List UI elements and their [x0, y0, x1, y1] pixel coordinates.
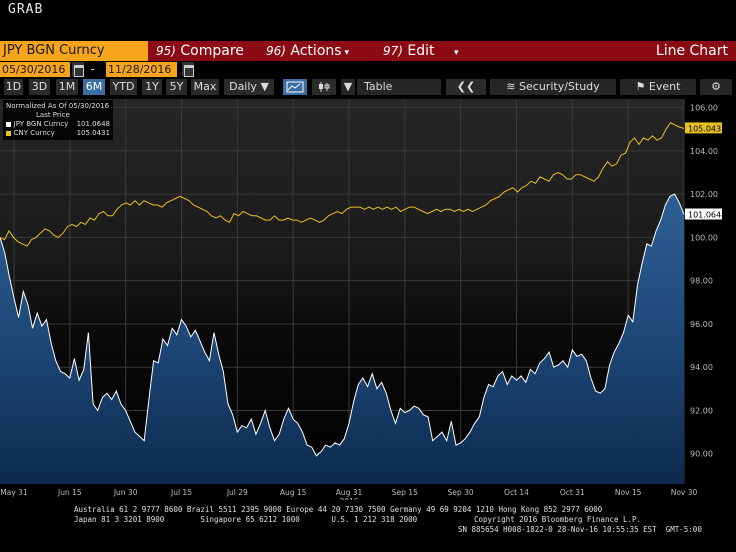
- frequency-select[interactable]: Daily ▼: [224, 79, 274, 95]
- chevron-down-icon: ▼: [260, 80, 269, 93]
- x-tick-label: Jun 15: [57, 488, 82, 497]
- table-button[interactable]: Table: [357, 79, 441, 95]
- start-date-field[interactable]: 05/30/2016: [0, 62, 70, 77]
- x-tick-label: Aug 31: [336, 488, 363, 497]
- y-tick-label: 92.00: [690, 406, 713, 415]
- security-field[interactable]: JPY BGN Curncy: [0, 41, 148, 61]
- legend-swatch: [6, 131, 11, 136]
- actions-label: Actions: [290, 43, 342, 59]
- footer-line2b: Copyright 2016 Bloomberg Finance L.P.: [474, 515, 642, 524]
- y-tick-label: 90.00: [690, 450, 713, 459]
- x-tick-label: Jul 15: [170, 488, 192, 497]
- period-1d[interactable]: 1D: [4, 79, 23, 95]
- legend-item: JPY BGN Curncy 101.0648: [6, 120, 110, 129]
- date-separator: -: [89, 62, 97, 76]
- footer-line2a: Japan 81 3 3201 8900 Singapore 65 6212 1…: [74, 515, 418, 524]
- actions-num: 96): [266, 44, 286, 58]
- chevron-down-icon: ▾: [344, 48, 350, 58]
- chevron-down-icon: ▼: [343, 80, 353, 93]
- last-value-label-cny: 105.0431: [688, 124, 726, 133]
- edit-label: Edit: [407, 43, 435, 59]
- chart-area[interactable]: 90.00 92.00 94.00 96.00 98.00 100.00 102.00 104…: [0, 97, 736, 506]
- legend-header-normalized: Normalized As Of 05/30/2016: [6, 102, 110, 110]
- edit-dropdown-caret[interactable]: ▾: [451, 41, 459, 61]
- calendar-icon[interactable]: [72, 62, 84, 77]
- edit-menu[interactable]: 97) Edit: [383, 41, 435, 61]
- legend-name: CNY Curncy: [13, 129, 55, 137]
- x-tick-label: Oct 31: [560, 488, 585, 497]
- x-tick-label: Jun 30: [113, 488, 138, 497]
- period-ytd[interactable]: YTD: [110, 79, 137, 95]
- x-tick-label: Sep 30: [448, 488, 474, 497]
- candle-icon[interactable]: [312, 79, 336, 95]
- security-study-button[interactable]: ≋ Security/Study: [490, 79, 616, 95]
- legend-item: CNY Curncy 105.0431: [6, 129, 110, 138]
- x-tick-label: Sep 15: [392, 488, 418, 497]
- line-chart-icon[interactable]: [283, 79, 307, 95]
- security-study-label: Security/Study: [519, 80, 600, 93]
- gear-icon[interactable]: ⚙: [700, 79, 732, 95]
- compare-menu[interactable]: 95) Compare: [156, 41, 244, 61]
- legend-name: JPY BGN Curncy: [13, 120, 69, 128]
- line-chart[interactable]: 90.00 92.00 94.00 96.00 98.00 100.00 102.00 104…: [0, 97, 736, 506]
- y-tick-label: 106.00: [690, 104, 718, 113]
- y-tick-label: 98.00: [690, 277, 713, 286]
- event-label: Event: [648, 80, 681, 93]
- back-arrows-icon[interactable]: ❮❮: [446, 79, 486, 95]
- actions-menu[interactable]: 96) Actions ▾: [266, 41, 349, 61]
- event-button[interactable]: ⚑ Event: [620, 79, 696, 95]
- y-tick-label: 104.00: [690, 147, 718, 156]
- x-year-label: 2016: [339, 497, 358, 500]
- end-date-field[interactable]: 11/28/2016: [106, 62, 177, 77]
- legend: Normalized As Of 05/30/2016 Last Price J…: [3, 100, 113, 140]
- period-1m[interactable]: 1M: [56, 79, 78, 95]
- footer: Australia 61 2 9777 8600 Brazil 5511 239…: [0, 505, 736, 552]
- view-title: Line Chart: [655, 43, 728, 59]
- x-tick-label: Jul 29: [226, 488, 248, 497]
- y-tick-label: 100.00: [690, 233, 718, 242]
- y-tick-label: 102.00: [690, 190, 718, 199]
- period-5y[interactable]: 5Y: [166, 79, 187, 95]
- app-title: GRAB: [8, 2, 44, 17]
- period-1y[interactable]: 1Y: [142, 79, 162, 95]
- compare-label: Compare: [180, 43, 244, 59]
- flag-icon: ⚑: [635, 80, 646, 93]
- legend-value: 105.0431: [76, 129, 110, 137]
- period-3d[interactable]: 3D: [29, 79, 50, 95]
- x-tick-label: Nov 15: [615, 488, 642, 497]
- calendar-icon[interactable]: [182, 62, 194, 77]
- x-tick-label: Oct 14: [504, 488, 529, 497]
- study-icon: ≋: [506, 80, 516, 93]
- chart-type-dropdown[interactable]: ▼: [341, 79, 355, 95]
- edit-num: 97): [383, 44, 403, 58]
- compare-num: 95): [156, 44, 176, 58]
- period-max[interactable]: Max: [191, 79, 219, 95]
- x-tick-label: Nov 30: [671, 488, 698, 497]
- legend-value: 101.0648: [76, 120, 110, 128]
- footer-line1: Australia 61 2 9777 8600 Brazil 5511 239…: [74, 505, 603, 514]
- chevron-down-icon: ▾: [454, 48, 459, 58]
- footer-line3: SN 885654 H008-1822-0 28-Nov-16 10:55:35…: [458, 525, 702, 534]
- frequency-label: Daily: [229, 80, 257, 93]
- legend-swatch: [6, 122, 11, 127]
- last-value-label-jpy: 101.0648: [688, 211, 726, 220]
- x-tick-label: Aug 15: [280, 488, 307, 497]
- period-6m[interactable]: 6M: [83, 79, 105, 95]
- legend-header-last-price: Last Price: [36, 111, 70, 119]
- x-tick-label: May 31: [0, 488, 28, 497]
- y-tick-label: 96.00: [690, 320, 713, 329]
- y-tick-label: 94.00: [690, 363, 713, 372]
